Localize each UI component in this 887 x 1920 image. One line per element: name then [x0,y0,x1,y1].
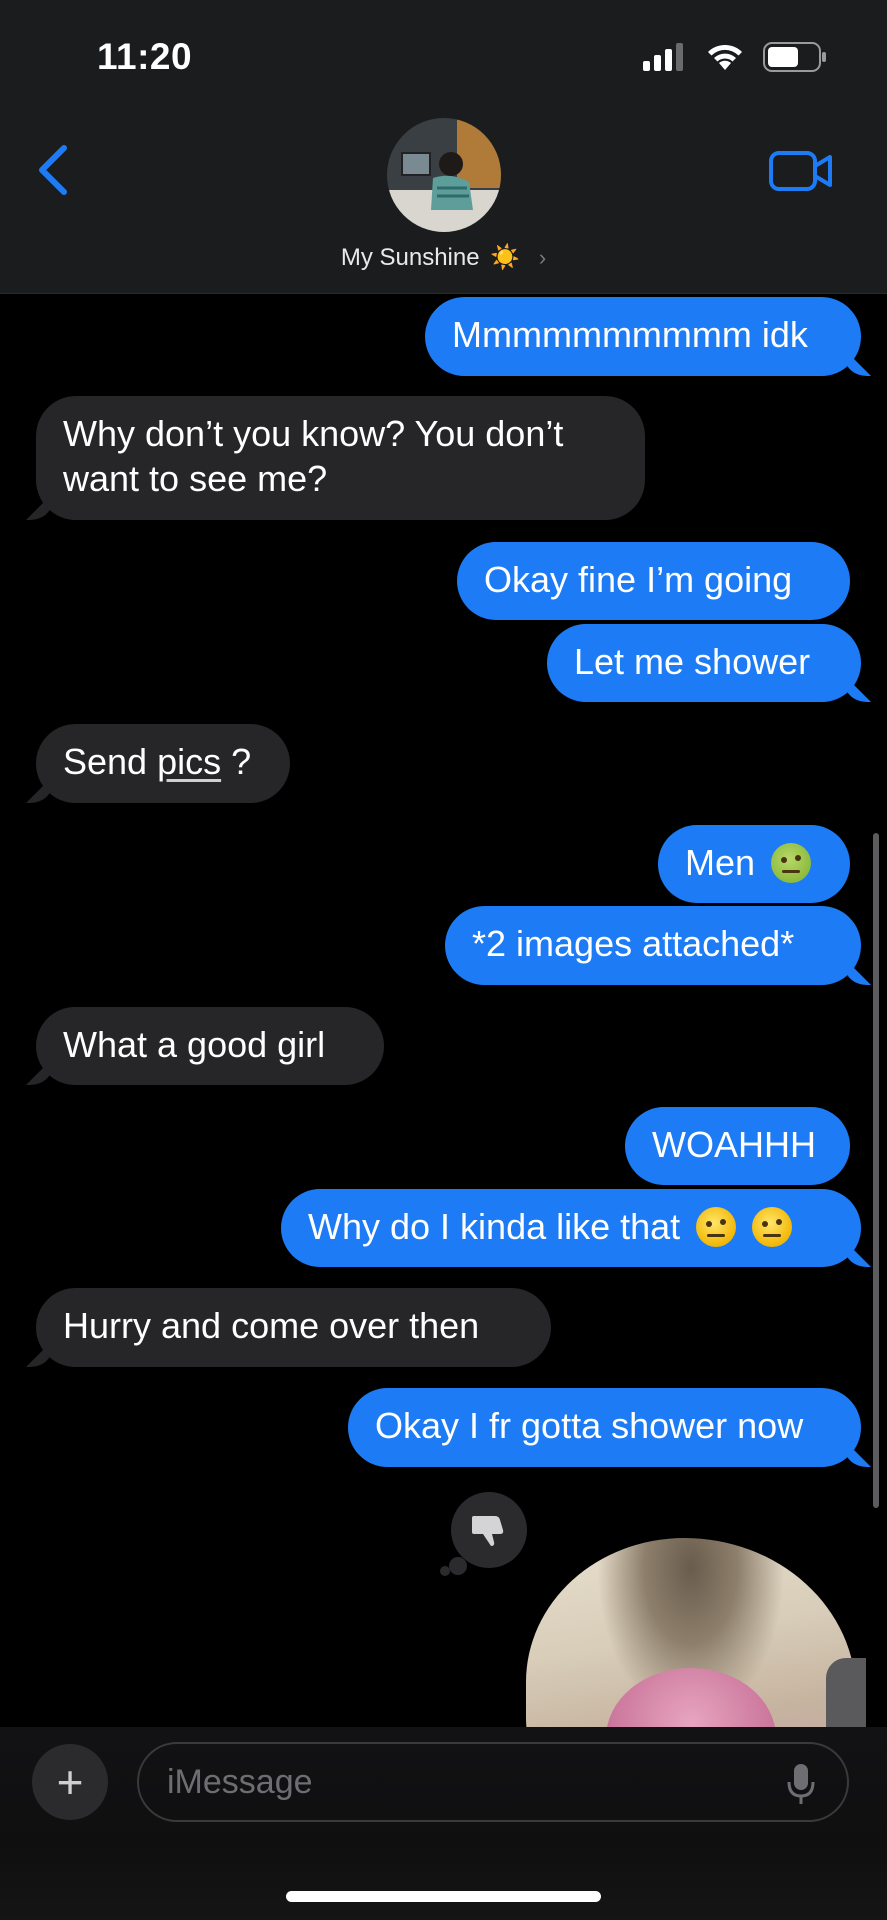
scroll-indicator[interactable] [873,833,879,1508]
message-bubble-incoming[interactable]: Send pics ? [36,724,290,803]
tapback-reaction[interactable] [451,1492,527,1568]
nauseated-face-emoji-icon [771,843,812,883]
message-text: Send [63,741,158,782]
contact-name-text: My Sunshine [340,244,480,271]
add-attachment-button[interactable]: + [32,1744,108,1820]
message-text-line: want to see me? [63,458,328,499]
microphone-icon[interactable] [786,1762,816,1806]
sticker-image[interactable] [526,1538,866,1728]
contact-avatar[interactable] [387,118,501,232]
message-text-line: Why don’t you know? You don’t [63,413,564,454]
message-text: Men [685,842,756,883]
message-text: Mmmmmmmmmm idk [452,314,808,355]
home-indicator[interactable] [286,1891,601,1902]
sun-emoji-icon: ☀️ [490,244,521,271]
status-time: 11:20 [97,36,193,77]
chevron-right-icon: › [538,245,547,270]
message-bubble-incoming[interactable]: What a good girl [36,1007,384,1085]
raised-eyebrow-emoji-icon [696,1207,737,1247]
message-bubble-outgoing[interactable]: Okay I fr gotta shower now [348,1388,861,1467]
message-text: *2 images attached* [472,923,795,964]
message-link[interactable]: pics [157,741,221,782]
message-bubble-outgoing[interactable]: Why do I kinda like that [281,1189,861,1267]
conversation-header: 11:20 My Sunshine ☀️ › [0,0,887,294]
message-bubble-outgoing[interactable]: Let me shower [547,624,861,702]
thumbs-down-icon [472,1516,504,1546]
message-text: Hurry and come over then [63,1305,480,1346]
message-text: ? [221,741,252,782]
message-bubble-incoming[interactable]: Why don’t you know? You don’t want to se… [36,396,645,520]
status-icons [643,42,827,72]
message-text: Let me shower [574,641,811,682]
message-text: Okay I fr gotta shower now [375,1405,804,1446]
battery-icon [763,42,826,72]
contact-name[interactable]: My Sunshine ☀️ › [0,243,887,272]
message-text: What a good girl [63,1024,326,1065]
message-bubble-outgoing[interactable]: Men [658,825,850,903]
message-bubble-outgoing[interactable]: WOAHHH [625,1107,850,1185]
message-bubble-outgoing[interactable]: *2 images attached* [445,906,861,985]
back-chevron-icon[interactable] [30,140,80,200]
sticker-edge [826,1658,866,1728]
message-text: WOAHHH [652,1124,816,1165]
message-text: Why do I kinda like that [308,1206,681,1247]
message-bubble-incoming[interactable]: Hurry and come over then [36,1288,551,1367]
video-call-icon[interactable] [768,148,834,194]
plus-icon: + [56,1756,84,1808]
message-bubble-outgoing[interactable]: Okay fine I’m going [457,542,850,620]
message-text: Okay fine I’m going [484,559,793,600]
cellular-signal-icon [643,43,683,71]
message-bubble-outgoing[interactable]: Mmmmmmmmmm idk [425,297,861,376]
message-input[interactable] [137,1742,849,1822]
wifi-icon [708,44,742,70]
raised-eyebrow-emoji-icon [752,1207,793,1247]
avatar-photo [387,118,501,232]
